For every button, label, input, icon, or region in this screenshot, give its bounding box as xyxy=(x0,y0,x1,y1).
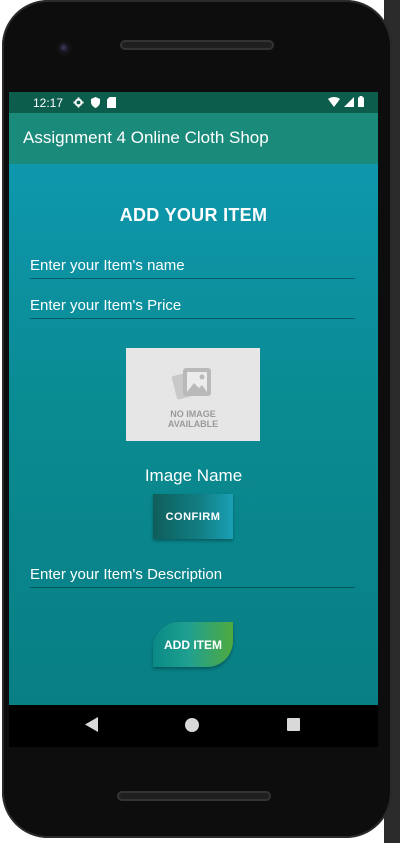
no-image-label-line1: NO IMAGE xyxy=(170,409,216,419)
item-description-input[interactable] xyxy=(30,566,355,587)
no-image-label: NO IMAGE AVAILABLE xyxy=(126,409,260,429)
confirm-button[interactable]: CONFIRM xyxy=(153,494,233,539)
earpiece-speaker xyxy=(120,40,274,50)
home-icon[interactable] xyxy=(185,718,199,732)
add-item-form: ADD YOUR ITEM NO IMAGE AVAILABLE Image N… xyxy=(9,164,378,705)
bottom-speaker xyxy=(117,791,271,801)
battery-icon xyxy=(358,96,364,107)
app-title: Assignment 4 Online Cloth Shop xyxy=(23,128,269,147)
app-bar: Assignment 4 Online Cloth Shop xyxy=(9,113,378,164)
item-price-input[interactable] xyxy=(30,297,355,318)
navigation-bar xyxy=(9,705,378,747)
front-camera xyxy=(56,40,72,56)
item-image-preview[interactable]: NO IMAGE AVAILABLE xyxy=(126,348,260,441)
form-heading: ADD YOUR ITEM xyxy=(119,205,268,225)
recent-apps-icon[interactable] xyxy=(287,718,300,731)
item-name-input[interactable] xyxy=(30,257,355,278)
status-time: 12:17 xyxy=(33,95,64,110)
item-name-field-wrapper xyxy=(30,257,355,279)
image-name-label: Image Name xyxy=(144,466,243,485)
wifi-icon xyxy=(328,96,340,107)
sd-card-icon xyxy=(107,97,117,108)
shield-icon xyxy=(91,97,101,108)
status-bar: 12:17 xyxy=(9,92,378,113)
settings-gear-icon xyxy=(73,97,84,108)
status-icons-right xyxy=(328,96,364,107)
add-item-button[interactable]: ADD ITEM xyxy=(153,622,233,667)
device-screen: 12:17 Assignment 4 Online Cloth Shop ADD… xyxy=(9,92,378,705)
item-price-field-wrapper xyxy=(30,297,355,319)
no-image-icon xyxy=(171,368,211,400)
item-description-field-wrapper xyxy=(30,566,355,588)
signal-icon xyxy=(344,96,354,107)
status-icons-left xyxy=(73,97,117,108)
no-image-label-line2: AVAILABLE xyxy=(167,419,219,429)
back-icon[interactable] xyxy=(85,717,98,732)
